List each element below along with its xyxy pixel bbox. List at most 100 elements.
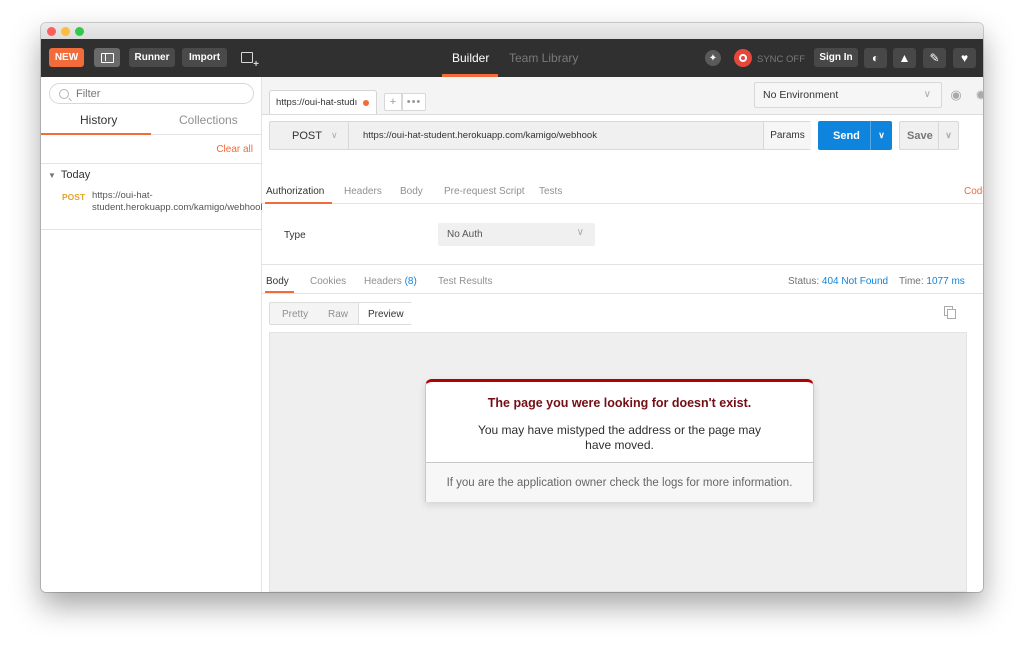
tab-body[interactable]: Body [400, 186, 423, 197]
tab-tests[interactable]: Tests [539, 186, 562, 197]
heart-icon: ♥ [960, 51, 969, 65]
copy-icon[interactable] [944, 306, 958, 320]
satellite-icon: ✦ [705, 50, 721, 66]
environment-value: No Environment [763, 89, 839, 101]
environment-select[interactable]: No Environment ∨ [754, 82, 942, 108]
error-title: The page you were looking for doesn't ex… [487, 396, 752, 410]
sidebar: History Collections Clear all ▼ Today POS… [41, 77, 266, 592]
wrench-icon: ✎ [929, 51, 940, 65]
sync-icon [734, 49, 752, 67]
divider [262, 264, 983, 265]
close-window-button[interactable] [47, 27, 56, 36]
group-label: Today [60, 169, 91, 181]
history-method: POST [62, 192, 86, 202]
tab-cookies[interactable]: Cookies [310, 276, 346, 287]
tab-raw[interactable]: Raw [328, 309, 348, 320]
request-tab[interactable]: https://oui-hat-studı [269, 90, 377, 114]
search-icon [59, 88, 69, 99]
runtime-button[interactable]: ◐ [864, 48, 887, 68]
tab-response-body[interactable]: Body [266, 276, 289, 287]
toggle-sidebar-button[interactable] [94, 48, 120, 67]
history-url: https://oui-hat-student.herokuapp.com/ka… [92, 190, 266, 213]
auth-type-label: Type [284, 230, 306, 241]
chevron-down-icon: ∨ [923, 89, 931, 100]
interceptor-button[interactable]: ✦ [704, 49, 722, 67]
eye-icon: ◉ [950, 87, 962, 102]
status-value: 404 Not Found [821, 276, 889, 287]
new-button[interactable]: NEW [49, 48, 84, 67]
favorite-button[interactable]: ♥ [953, 48, 976, 68]
divider [262, 293, 983, 294]
environment-quick-look-button[interactable]: ◉ [945, 84, 967, 106]
postman-window: NEW Runner Import Builder Team Library ✦… [41, 23, 983, 592]
settings-button[interactable]: ✎ [923, 48, 946, 68]
new-window-button[interactable] [236, 48, 259, 70]
send-options-chevron-icon[interactable]: ∨ [870, 121, 892, 150]
chevron-down-icon: ∨ [576, 227, 584, 238]
request-builder: https://oui-hat-studı + ••• No Environme… [262, 77, 983, 592]
url-input[interactable]: https://oui-hat-student.herokuapp.com/ka… [363, 130, 597, 141]
chevron-down-icon: ∨ [330, 130, 338, 140]
method-select[interactable]: POST ∨ [270, 122, 349, 149]
globe-icon: ◐ [871, 51, 880, 65]
tab-team-library[interactable]: Team Library [509, 48, 578, 68]
notifications-button[interactable]: ▲ [893, 48, 916, 68]
params-button[interactable]: Params [763, 122, 811, 149]
filter-field[interactable] [49, 83, 254, 104]
header-toolbar: NEW Runner Import Builder Team Library ✦… [41, 39, 983, 77]
save-button[interactable]: Save ∨ [899, 121, 959, 150]
divider [41, 229, 262, 230]
active-tab-indicator [41, 133, 151, 135]
tab-history[interactable]: History [80, 113, 117, 127]
tab-collections[interactable]: Collections [179, 113, 238, 127]
response-time: Time: 1077 ms [899, 276, 965, 287]
save-options-chevron-icon[interactable]: ∨ [938, 122, 958, 149]
send-button[interactable]: Send ∨ [818, 121, 892, 150]
headers-count: (8) [404, 276, 417, 287]
error-message: You may have mistyped the address or the… [477, 423, 762, 452]
bell-icon: ▲ [898, 51, 911, 65]
more-tabs-button[interactable]: ••• [402, 93, 426, 111]
tab-pretty[interactable]: Pretty [282, 309, 308, 320]
method-value: POST [292, 129, 322, 142]
tab-response-headers[interactable]: Headers (8) [364, 276, 417, 287]
sidebar-icon [100, 52, 114, 63]
maximize-window-button[interactable] [75, 27, 84, 36]
tab-headers[interactable]: Headers [344, 186, 382, 197]
filter-input[interactable] [76, 87, 246, 100]
unsaved-indicator [363, 99, 370, 106]
title-bar [41, 23, 983, 39]
save-label: Save [907, 129, 933, 142]
view-mode-tabs: Pretty Raw Preview [269, 302, 412, 325]
import-button[interactable]: Import [182, 48, 227, 67]
request-tab-title: https://oui-hat-studı [276, 97, 358, 108]
sync-status: SYNC OFF [757, 54, 806, 65]
clear-all-link[interactable]: Clear all [216, 144, 253, 155]
auth-type-select[interactable]: No Auth ∨ [438, 223, 595, 246]
time-label: Time: [899, 276, 924, 287]
auth-type-value: No Auth [447, 229, 483, 240]
send-label: Send [833, 129, 860, 142]
tab-builder[interactable]: Builder [452, 48, 489, 68]
tab-authorization[interactable]: Authorization [266, 186, 324, 197]
sync-button[interactable] [734, 49, 752, 67]
minimize-window-button[interactable] [61, 27, 70, 36]
code-link[interactable]: Code [964, 186, 983, 197]
response-preview: The page you were looking for doesn't ex… [269, 332, 967, 592]
error-dialog: The page you were looking for doesn't ex… [425, 379, 814, 502]
sign-in-button[interactable]: Sign In [814, 48, 858, 67]
error-footer: If you are the application owner check t… [426, 463, 813, 502]
manage-environments-button[interactable]: ✹ [970, 84, 983, 106]
status-label: Status: [788, 276, 820, 287]
tab-pre-request-script[interactable]: Pre-request Script [444, 186, 525, 197]
caret-down-icon: ▼ [48, 171, 56, 180]
request-sub-tabs: Authorization Headers Body Pre-request S… [262, 163, 983, 204]
plus-icon: + [389, 96, 397, 108]
history-group-today[interactable]: ▼ Today [48, 169, 90, 181]
runner-button[interactable]: Runner [129, 48, 175, 67]
history-item[interactable]: POST https://oui-hat-student.herokuapp.c… [41, 189, 266, 229]
tab-preview[interactable]: Preview [368, 309, 404, 320]
new-tab-button[interactable]: + [384, 93, 402, 111]
divider [41, 163, 262, 164]
tab-test-results[interactable]: Test Results [438, 276, 492, 287]
